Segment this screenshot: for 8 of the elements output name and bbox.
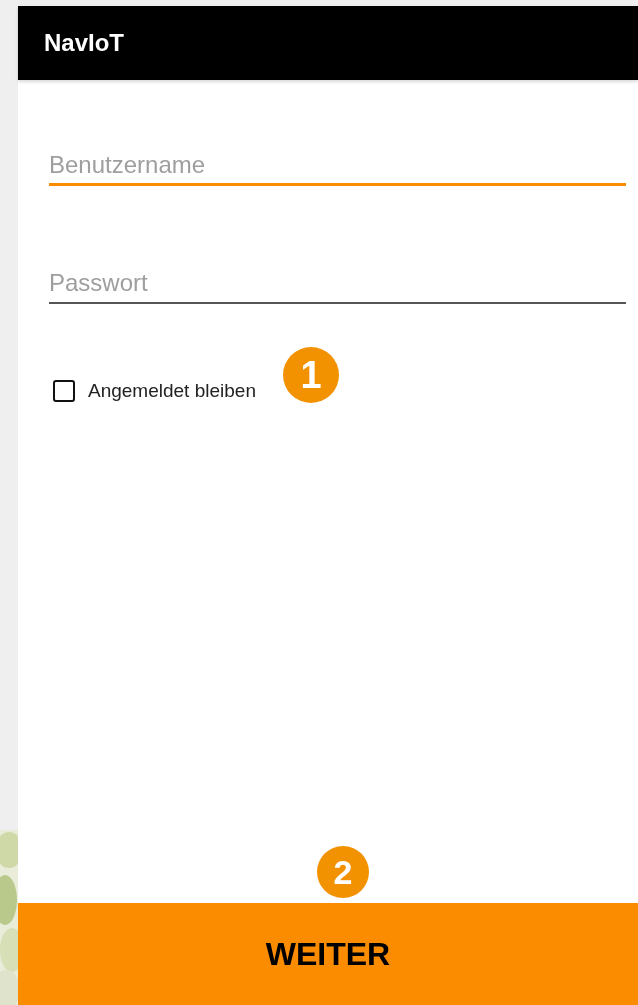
username-field[interactable]: Benutzername [49, 146, 626, 186]
callout-badge: 2 [317, 846, 369, 898]
callout-badge: 1 [283, 347, 339, 403]
checkbox[interactable] [53, 380, 75, 402]
checkbox-label[interactable]: Angemeldet bleiben [88, 380, 256, 402]
continue-button[interactable]: WEITER [18, 903, 638, 1005]
app-title: NavIoT [44, 29, 124, 57]
password-field[interactable]: Passwort [49, 264, 626, 304]
